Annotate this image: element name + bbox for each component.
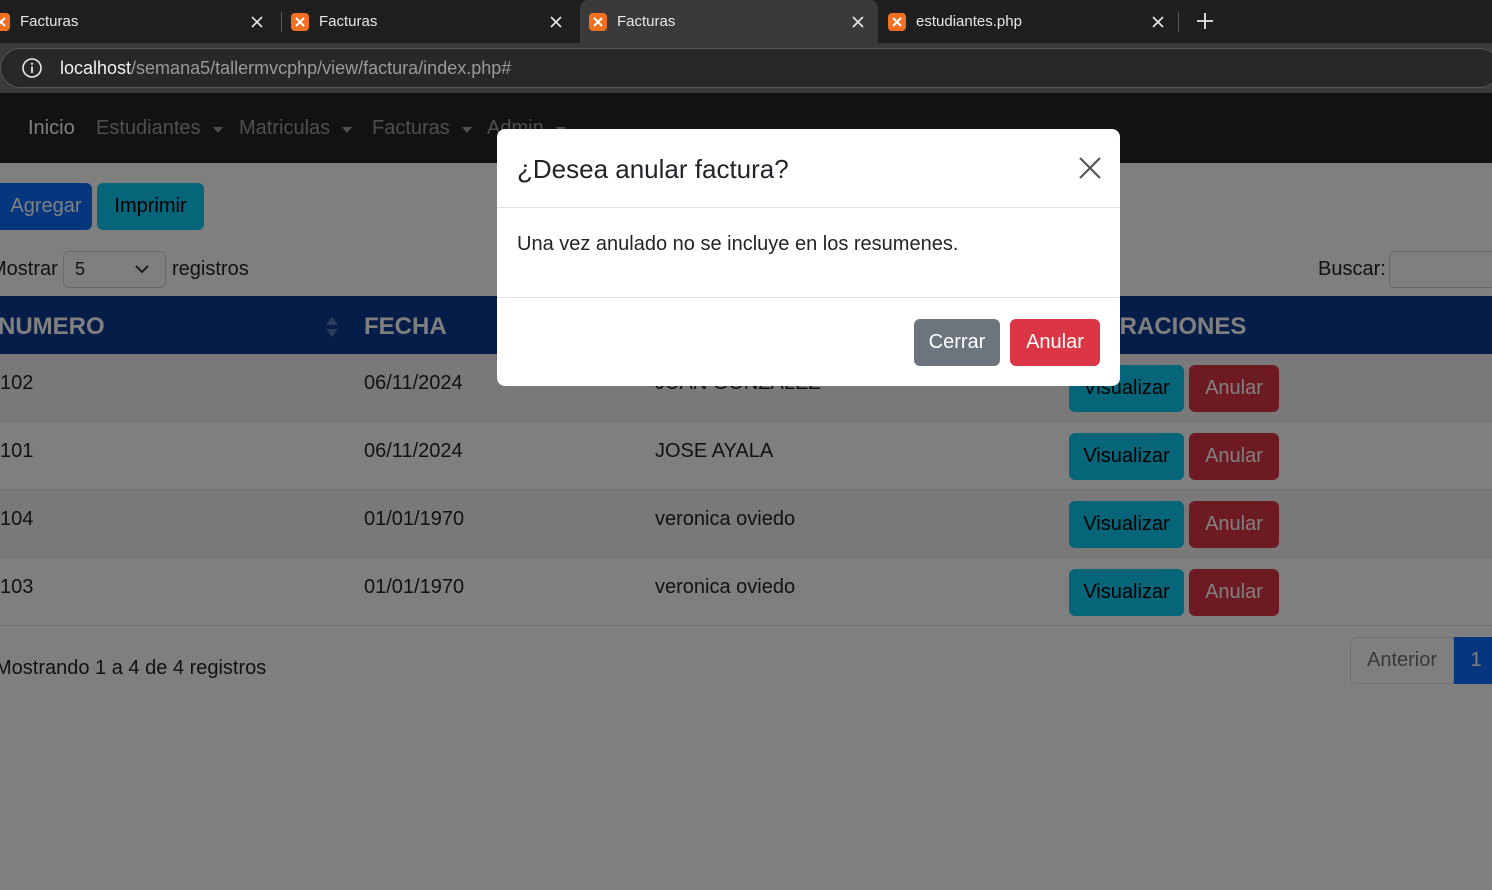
close-icon[interactable]: [848, 12, 868, 32]
address-bar[interactable]: localhost/semana5/tallermvcphp/view/fact…: [0, 48, 1492, 88]
url-text: localhost/semana5/tallermvcphp/view/fact…: [60, 58, 511, 79]
xampp-favicon-icon: [589, 12, 607, 31]
browser-tabbar: Facturas Facturas Facturas estudiantes.p…: [0, 0, 1492, 43]
tab-title: Facturas: [319, 13, 378, 30]
xampp-favicon-icon: [0, 12, 10, 31]
close-icon[interactable]: [546, 12, 566, 32]
tab-title: Facturas: [20, 13, 79, 30]
new-tab-plus-icon[interactable]: [1192, 8, 1218, 34]
url-path: /semana5/tallermvcphp/view/factura/index…: [131, 57, 512, 78]
url-host: localhost: [60, 57, 132, 78]
close-icon[interactable]: [1077, 155, 1103, 181]
tab-title: estudiantes.php: [916, 13, 1022, 30]
modal-title: ¿Desea anular factura?: [517, 154, 789, 184]
browser-tab[interactable]: Facturas: [291, 0, 576, 43]
browser-toolbar: localhost/semana5/tallermvcphp/view/fact…: [0, 43, 1492, 93]
modal-body: Una vez anulado no se incluye en los res…: [497, 208, 1120, 298]
modal-close-button[interactable]: Cerrar: [914, 319, 1000, 366]
browser-tab[interactable]: Facturas: [0, 0, 277, 43]
close-icon[interactable]: [1148, 12, 1168, 32]
xampp-favicon-icon: [291, 12, 309, 31]
tab-title: Facturas: [617, 13, 676, 30]
xampp-favicon-icon: [888, 12, 906, 31]
site-info-icon[interactable]: [21, 57, 43, 79]
browser-tab[interactable]: estudiantes.php: [888, 0, 1178, 43]
close-icon[interactable]: [247, 12, 267, 32]
modal-header: ¿Desea anular factura?: [497, 129, 1120, 208]
modal-confirm-void-button[interactable]: Anular: [1010, 319, 1100, 366]
browser-tab-active[interactable]: Facturas: [580, 0, 878, 43]
tab-separator: [1178, 12, 1179, 32]
modal-message: Una vez anulado no se incluye en los res…: [517, 233, 959, 255]
confirm-void-modal: ¿Desea anular factura? Una vez anulado n…: [497, 129, 1120, 386]
tab-separator: [281, 12, 282, 32]
